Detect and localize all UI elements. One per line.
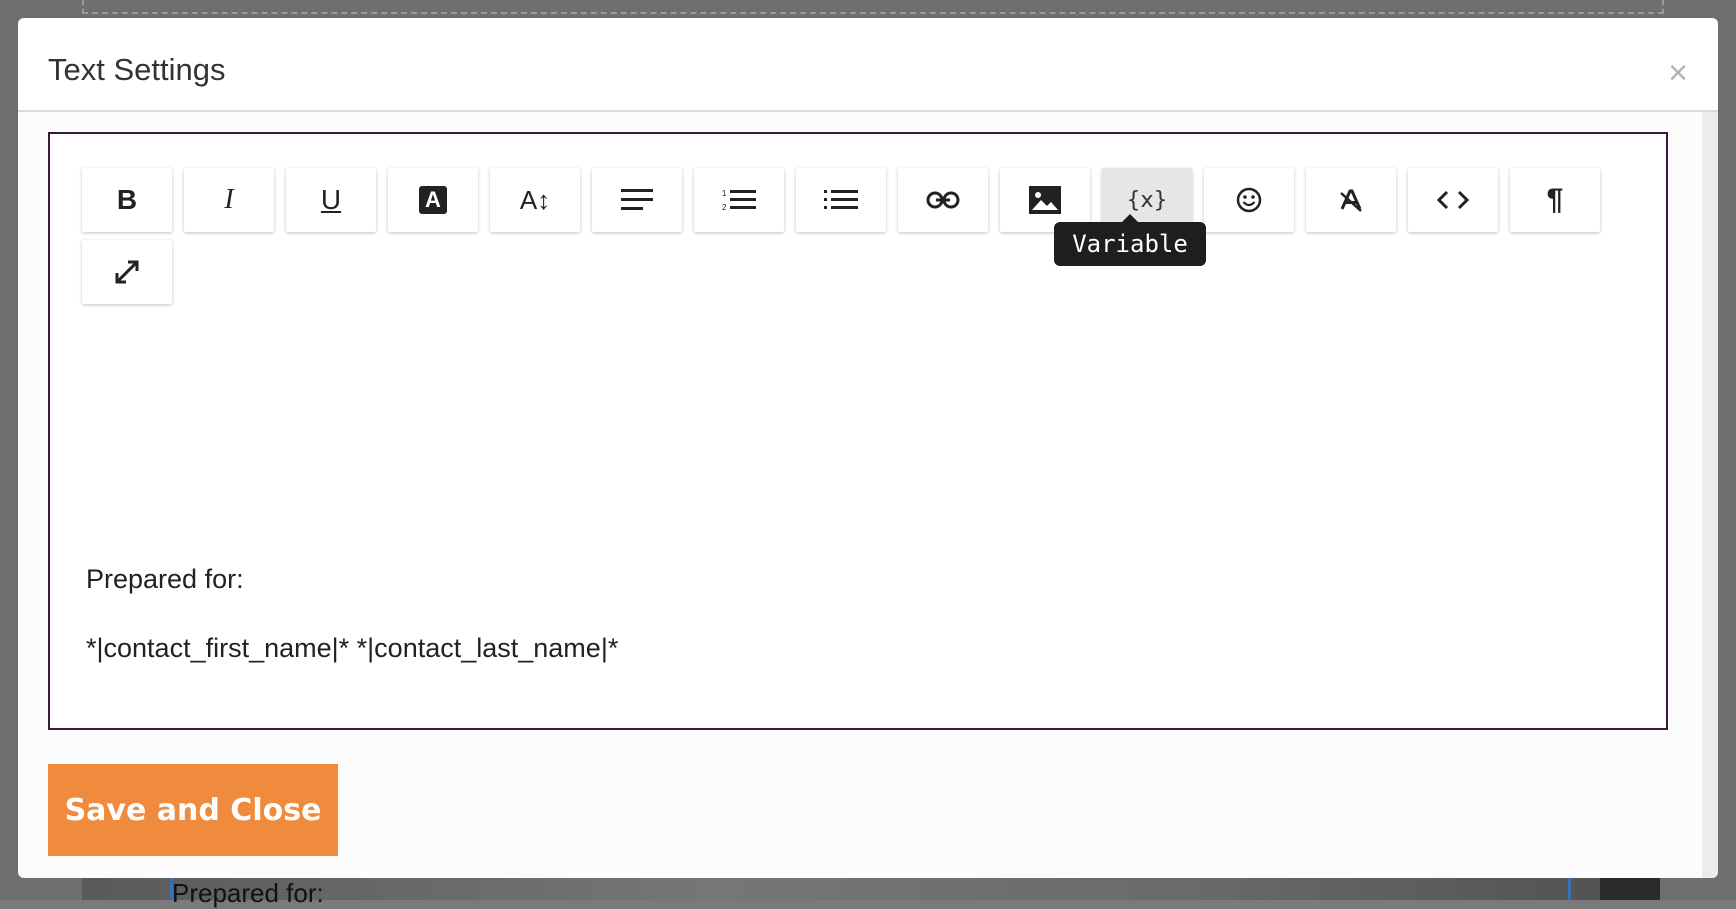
background-dashed-region <box>82 0 1664 14</box>
close-icon[interactable]: × <box>1668 56 1688 90</box>
variable-tooltip: Variable <box>1054 222 1206 266</box>
paragraph-icon: ¶ <box>1546 183 1564 216</box>
emoji-icon <box>1236 187 1262 213</box>
svg-text:2: 2 <box>722 203 727 212</box>
code-view-button[interactable] <box>1408 168 1498 232</box>
font-size-button[interactable]: A↕ <box>490 168 580 232</box>
tooltip-arrow <box>1122 214 1138 222</box>
font-size-icon: A↕ <box>519 184 551 215</box>
paragraph-button[interactable]: ¶ <box>1510 168 1600 232</box>
ordered-list-button[interactable]: 1 2 <box>694 168 784 232</box>
content-line: Prepared for: <box>86 564 244 594</box>
align-left-icon <box>621 189 653 210</box>
emoji-button[interactable] <box>1204 168 1294 232</box>
svg-text:1: 1 <box>722 189 727 198</box>
modal-title: Text Settings <box>48 52 226 87</box>
content-line: *|contact_first_name|* *|contact_last_na… <box>86 633 619 663</box>
save-and-close-button[interactable]: Save and Close <box>48 764 338 856</box>
underline-button[interactable]: U <box>286 168 376 232</box>
variable-icon: {x} <box>1126 187 1168 213</box>
editor-content[interactable]: Prepared for: *|contact_first_name|* *|c… <box>86 564 618 702</box>
clear-format-button[interactable] <box>1306 168 1396 232</box>
italic-icon: I <box>224 184 234 215</box>
rich-text-editor[interactable]: B I U A A↕ 1 2 {x} ¶ Prepared for: *|con… <box>48 132 1668 730</box>
scrollbar-track[interactable] <box>1702 112 1718 878</box>
fullscreen-button[interactable] <box>82 240 172 304</box>
bold-button[interactable]: B <box>82 168 172 232</box>
bold-icon: B <box>116 184 138 215</box>
unordered-list-icon <box>824 190 858 209</box>
modal-header: Text Settings × <box>18 18 1718 112</box>
text-color-button[interactable]: A <box>388 168 478 232</box>
image-icon <box>1029 186 1061 214</box>
italic-button[interactable]: I <box>184 168 274 232</box>
text-color-icon: A <box>419 186 447 214</box>
unordered-list-button[interactable] <box>796 168 886 232</box>
clear-format-icon <box>1340 189 1362 212</box>
ordered-list-icon: 1 2 <box>722 189 756 212</box>
expand-icon <box>115 260 139 284</box>
align-button[interactable] <box>592 168 682 232</box>
background-image-corner <box>1600 876 1660 900</box>
text-settings-modal: Text Settings × B I U A A↕ 1 2 {x} ¶ Pre… <box>18 18 1718 878</box>
background-text: Prepared for: <box>172 878 324 908</box>
link-button[interactable] <box>898 168 988 232</box>
link-icon <box>926 191 960 209</box>
code-icon <box>1437 190 1469 210</box>
underline-icon: U <box>320 184 342 215</box>
